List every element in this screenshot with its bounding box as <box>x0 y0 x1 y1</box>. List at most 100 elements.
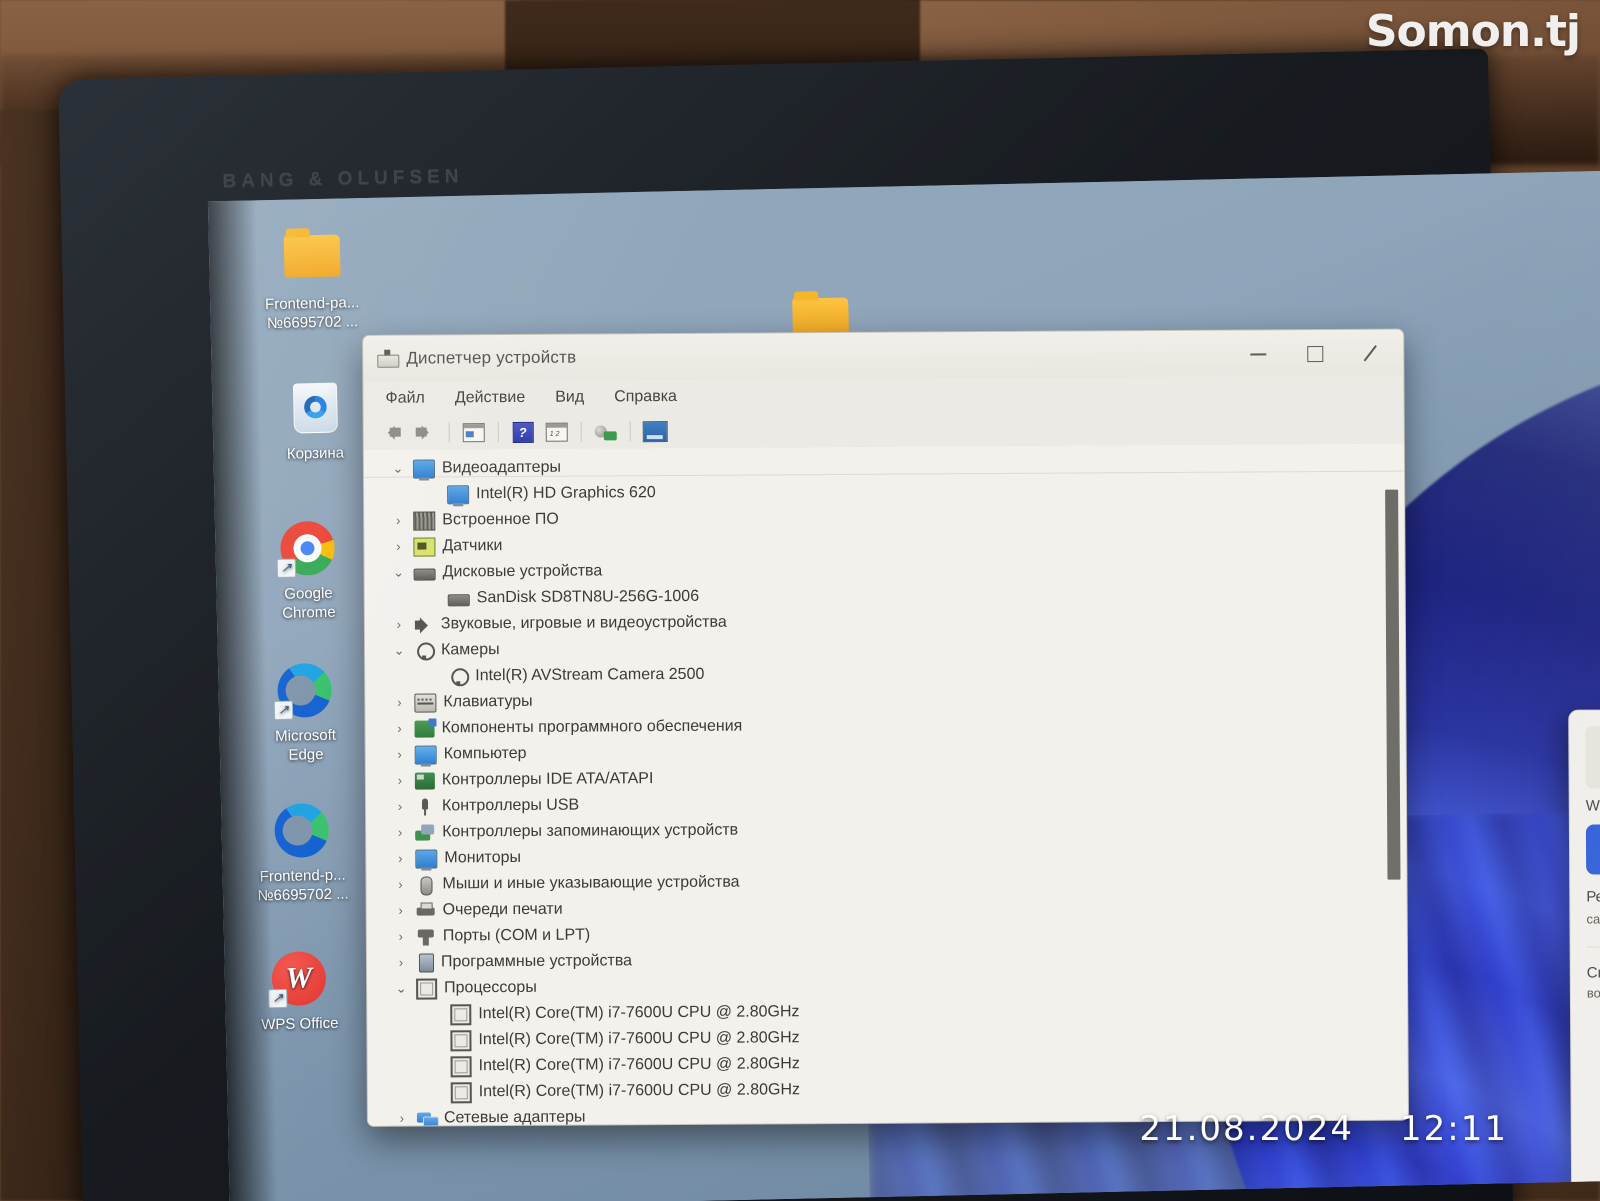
desktop-icon-label-2: №6695702 ... <box>266 313 359 333</box>
edge-icon <box>270 799 333 862</box>
toolbar-separator-3 <box>580 421 582 442</box>
cpu-icon <box>450 1055 472 1077</box>
update-driver-icon <box>545 422 568 442</box>
tree-row-label: Мониторы <box>444 848 522 867</box>
back-button[interactable] <box>376 420 406 446</box>
chevron-right-icon[interactable]: › <box>393 929 409 945</box>
tree-row-label: SanDisk SD8TN8U-256G-1006 <box>476 587 700 607</box>
help-button[interactable]: ? <box>508 419 538 445</box>
chevron-right-icon[interactable]: › <box>394 1111 410 1126</box>
sound-icon <box>414 616 434 633</box>
software-component-icon <box>414 719 435 738</box>
chevron-down-icon[interactable]: ⌄ <box>391 643 407 659</box>
chrome-icon: ↗ <box>276 517 339 580</box>
tree-row-label: Процессоры <box>444 978 537 997</box>
window-title: Диспетчер устройств <box>406 347 577 368</box>
tree-row-label: Компоненты программного обеспечения <box>441 717 743 737</box>
properties-button[interactable] <box>459 419 489 445</box>
wifi-tile[interactable] <box>1585 726 1600 789</box>
desktop-icon-label: WPS Office <box>261 1014 339 1034</box>
desktop-icon-folder-frontend-1[interactable]: Frontend-pa... №6695702 ... <box>243 226 381 334</box>
menu-item-file[interactable]: Файл <box>385 390 424 408</box>
tree-row-label: Звуковые, игровые и видеоустройства <box>440 613 727 633</box>
tree-row-label: Компьютер <box>443 744 527 763</box>
chevron-right-icon[interactable]: › <box>391 695 407 711</box>
toolbar-separator-2 <box>497 422 499 443</box>
tree-row-label: Intel(R) Core(TM) i7-7600U CPU @ 2.80GHz <box>478 1029 800 1049</box>
firmware-icon <box>413 510 436 531</box>
chevron-right-icon[interactable]: › <box>390 513 406 529</box>
scan-hardware-icon <box>594 422 617 441</box>
device-tree[interactable]: ⌄ Видеоадаптеры Intel(R) HD Graphics 620 › В… <box>363 443 1408 1126</box>
chevron-right-icon[interactable]: › <box>393 903 409 919</box>
desktop-icon-microsoft-edge[interactable]: ↗ Microsoft Edge <box>236 658 374 766</box>
chevron-right-icon[interactable]: › <box>391 617 407 633</box>
disk-drive-icon <box>447 594 470 607</box>
recycle-bin-icon <box>283 376 346 439</box>
chevron-down-icon[interactable]: ⌄ <box>391 565 407 581</box>
chevron-right-icon[interactable]: › <box>392 825 408 841</box>
tree-row-label: Мыши и иные указывающие устройства <box>442 873 740 893</box>
update-driver-button[interactable] <box>542 419 572 445</box>
tree-row-label: Контроллеры IDE ATA/ATAPI <box>441 770 654 789</box>
maximize-icon[interactable] <box>1303 342 1325 364</box>
show-devices-icon <box>642 420 668 442</box>
camera-icon <box>414 642 434 659</box>
disk-drive-icon <box>413 568 436 581</box>
chevron-down-icon[interactable]: ⌄ <box>393 981 409 997</box>
help-question-icon: ? <box>512 421 534 443</box>
quick-settings-flyout[interactable]: W Реж сам Спе воз <box>1568 707 1600 1198</box>
software-device-icon <box>418 952 435 973</box>
timestamp-time: 12:11 <box>1400 1109 1508 1149</box>
desktop-icon-label-2: №6695702 ... <box>257 885 349 905</box>
scan-hardware-button[interactable] <box>591 418 621 444</box>
airplane-mode-label-line2: сам <box>1586 911 1600 927</box>
menu-item-help[interactable]: Справка <box>614 388 677 406</box>
tree-row-label: Дисковые устройства <box>442 562 603 581</box>
tree-row-label: Камеры <box>441 641 500 659</box>
window-controls <box>1247 342 1389 365</box>
tree-row-label: Видеоадаптеры <box>441 458 561 477</box>
menu-item-view[interactable]: Вид <box>555 389 584 407</box>
desktop-icon-google-chrome[interactable]: ↗ Google Chrome <box>239 516 377 624</box>
chevron-right-icon[interactable]: › <box>390 539 406 555</box>
folder-icon <box>279 226 342 289</box>
desktop-icon-label-2: Chrome <box>282 603 336 622</box>
chevron-right-icon[interactable]: › <box>392 877 408 893</box>
minimize-icon[interactable] <box>1247 342 1269 364</box>
airplane-mode-toggle-tile[interactable] <box>1585 823 1600 875</box>
ide-controller-icon <box>414 771 435 790</box>
chevron-right-icon[interactable]: › <box>393 955 409 971</box>
chevron-down-icon[interactable]: ⌄ <box>390 461 406 477</box>
cpu-icon <box>450 1003 472 1025</box>
airplane-mode-label: Реж сам <box>1586 885 1600 931</box>
cpu-icon <box>450 1029 472 1051</box>
usb-controller-icon <box>415 798 435 815</box>
tree-row-label: Клавиатуры <box>443 692 533 711</box>
chevron-right-icon[interactable]: › <box>391 721 407 737</box>
site-watermark: Somon.tj <box>1365 6 1581 57</box>
chevron-right-icon[interactable]: › <box>392 799 408 815</box>
desktop-icon-frontend-edge-shortcut[interactable]: Frontend-p... №6695702 ... <box>233 798 371 906</box>
device-manager-window[interactable]: Диспетчер устройств Файл Действие Вид Сп… <box>362 328 1409 1127</box>
tree-scrollbar[interactable] <box>1385 489 1401 880</box>
forward-arrow-icon <box>414 424 435 440</box>
tree-row-label: Intel(R) AVStream Camera 2500 <box>475 665 705 685</box>
laptop-screen: Frontend-pa... №6695702 ... Корзина ↗ Go… <box>207 170 1600 1201</box>
display-adapter-icon <box>412 458 436 479</box>
window-titlebar[interactable]: Диспетчер устройств <box>363 329 1404 382</box>
chevron-right-icon[interactable]: › <box>392 747 408 763</box>
desktop-icon-wps-office[interactable]: W ↗ WPS Office <box>230 946 368 1035</box>
show-hidden-devices-button[interactable] <box>640 418 670 444</box>
menu-item-action[interactable]: Действие <box>455 389 525 407</box>
forward-button[interactable] <box>410 419 440 445</box>
camera-timestamp: 21.08.2024 12:11 <box>1139 1109 1508 1149</box>
chevron-right-icon[interactable]: › <box>392 851 408 867</box>
cpu-icon <box>416 977 438 1000</box>
printer-icon <box>416 902 436 919</box>
tree-row-label: Контроллеры запоминающих устройств <box>442 821 739 841</box>
close-icon[interactable] <box>1359 342 1381 364</box>
chevron-right-icon[interactable]: › <box>392 773 408 789</box>
monitor-icon <box>415 848 438 869</box>
screenshot-root: BANG & OLUFSEN Frontend-pa... №6695702 .… <box>0 0 1600 1201</box>
